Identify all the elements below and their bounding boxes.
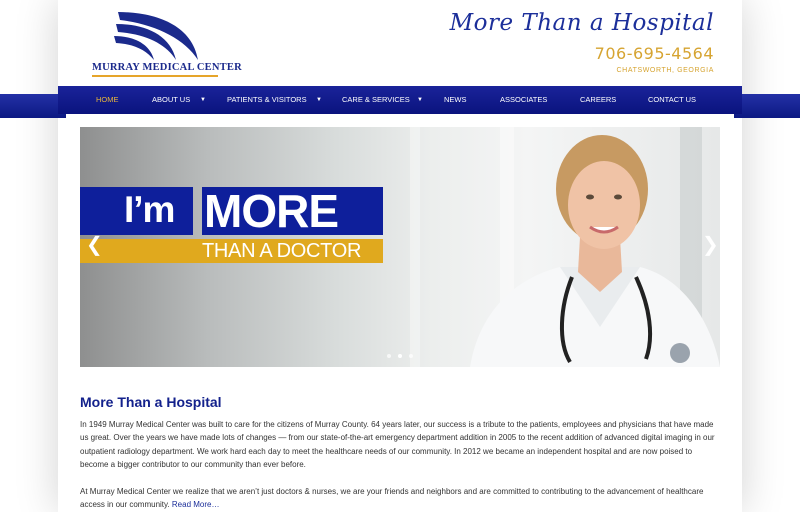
header-phone[interactable]: 706-695-4564 [595, 44, 714, 63]
slider-dot[interactable] [387, 354, 391, 358]
read-more-link[interactable]: Read More… [172, 500, 220, 509]
logo-swoosh-icon [114, 12, 198, 60]
nav-item-home[interactable]: HOME [96, 86, 119, 114]
nav-item-patients-visitors[interactable]: PATIENTS & VISITORS [227, 86, 307, 114]
banner-text-than-a-doctor: THAN A DOCTOR [202, 240, 362, 262]
nav-item-news[interactable]: NEWS [444, 86, 467, 114]
header-tagline: More Than a Hospital [449, 10, 714, 36]
logo-text: MURRAY MEDICAL CENTER [92, 62, 242, 73]
intro-paragraph: In 1949 Murray Medical Center was built … [80, 420, 715, 469]
slider-dot[interactable] [409, 354, 413, 358]
second-paragraph: At Murray Medical Center we realize that… [80, 485, 720, 512]
main-nav: HOME ABOUT US ▼ PATIENTS & VISITORS ▼ CA… [58, 86, 742, 114]
nav-item-careers[interactable]: CAREERS [580, 86, 616, 114]
site-header: MURRAY MEDICAL CENTER More Than a Hospit… [58, 0, 742, 86]
chevron-down-icon[interactable]: ▼ [200, 86, 206, 114]
chevron-right-icon[interactable]: ❯ [702, 232, 719, 256]
nav-item-contact-us[interactable]: CONTACT US [648, 86, 696, 114]
background-column [410, 127, 420, 367]
nav-item-about-us[interactable]: ABOUT US [152, 86, 190, 114]
chevron-down-icon[interactable]: ▼ [316, 86, 322, 114]
section-heading: More Than a Hospital [80, 394, 222, 410]
slider-dot-active[interactable] [398, 354, 402, 358]
chevron-left-icon[interactable]: ❮ [86, 232, 103, 256]
nav-item-care-services[interactable]: CARE & SERVICES [342, 86, 410, 114]
logo-underline [92, 75, 218, 77]
banner-text-im: I’m [124, 189, 175, 230]
chevron-down-icon[interactable]: ▼ [417, 86, 423, 114]
nav-item-associates[interactable]: ASSOCIATES [500, 86, 547, 114]
banner-text-more: MORE [204, 185, 339, 237]
doctor-photo [470, 135, 720, 367]
hero-slider[interactable]: I’m MORE THAN A DOCTOR ❮ ❯ [80, 127, 720, 367]
logo[interactable]: MURRAY MEDICAL CENTER [92, 8, 242, 78]
header-location: CHATSWORTH, GEORGIA [616, 67, 714, 74]
